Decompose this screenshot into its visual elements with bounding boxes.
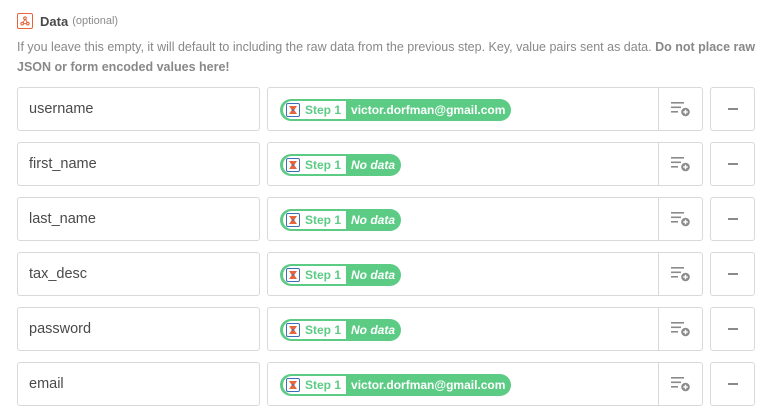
insert-field-icon xyxy=(670,157,690,172)
step-label: Step 1 xyxy=(305,158,342,172)
step-tag: Step 1 xyxy=(283,321,347,339)
step-value-pill[interactable]: Step 1 No data xyxy=(280,264,402,286)
insert-field-icon xyxy=(670,102,690,117)
field-title: Data xyxy=(40,13,69,29)
key-value-row: username Step 1 victor.dorfman@gmail.com xyxy=(17,87,757,131)
app-logo-icon xyxy=(286,158,300,172)
step-label: Step 1 xyxy=(305,268,342,282)
step-value: No data xyxy=(351,268,396,282)
step-label: Step 1 xyxy=(305,323,342,337)
step-label: Step 1 xyxy=(305,103,342,117)
remove-row-button[interactable] xyxy=(710,87,755,131)
insert-field-button[interactable] xyxy=(658,253,702,295)
value-input[interactable]: Step 1 No data xyxy=(267,197,703,241)
key-text: tax_desc xyxy=(29,266,88,282)
step-value: No data xyxy=(351,213,396,227)
key-input[interactable]: tax_desc xyxy=(17,252,260,296)
step-value: victor.dorfman@gmail.com xyxy=(351,103,506,117)
value-input[interactable]: Step 1 No data xyxy=(267,307,703,351)
insert-field-icon xyxy=(670,267,690,282)
minus-icon xyxy=(727,328,738,330)
remove-row-button[interactable] xyxy=(710,252,755,296)
minus-icon xyxy=(727,108,738,110)
minus-icon xyxy=(727,218,738,220)
step-value-pill[interactable]: Step 1 No data xyxy=(280,319,402,341)
webhook-icon xyxy=(17,13,33,29)
remove-row-button[interactable] xyxy=(710,197,755,241)
field-help-text: If you leave this empty, it will default… xyxy=(17,37,757,77)
step-tag: Step 1 xyxy=(283,211,347,229)
step-label: Step 1 xyxy=(305,378,342,392)
step-value: No data xyxy=(351,323,396,337)
app-logo-icon xyxy=(286,378,300,392)
step-tag: Step 1 xyxy=(283,156,347,174)
key-text: email xyxy=(29,376,64,392)
help-text: If you leave this empty, it will default… xyxy=(17,40,652,54)
minus-icon xyxy=(727,383,738,385)
step-label: Step 1 xyxy=(305,213,342,227)
value-input[interactable]: Step 1 victor.dorfman@gmail.com xyxy=(267,362,703,406)
insert-field-button[interactable] xyxy=(658,143,702,185)
app-logo-icon xyxy=(286,268,300,282)
key-value-row: first_name Step 1 No data xyxy=(17,142,757,186)
key-input[interactable]: email xyxy=(17,362,260,406)
remove-row-button[interactable] xyxy=(710,307,755,351)
remove-row-button[interactable] xyxy=(710,362,755,406)
step-value: victor.dorfman@gmail.com xyxy=(351,378,506,392)
key-input[interactable]: first_name xyxy=(17,142,260,186)
key-text: first_name xyxy=(29,156,97,172)
field-optional-label: (optional) xyxy=(72,15,119,27)
key-value-row: email Step 1 victor.dorfman@gmail.com xyxy=(17,362,757,406)
insert-field-icon xyxy=(670,322,690,337)
key-value-row: last_name Step 1 No data xyxy=(17,197,757,241)
value-input[interactable]: Step 1 victor.dorfman@gmail.com xyxy=(267,87,703,131)
step-value: No data xyxy=(351,158,396,172)
remove-row-button[interactable] xyxy=(710,142,755,186)
key-text: password xyxy=(29,321,92,337)
field-header: Data (optional) xyxy=(17,12,118,30)
value-input[interactable]: Step 1 No data xyxy=(267,142,703,186)
app-logo-icon xyxy=(286,103,300,117)
step-value-pill[interactable]: Step 1 victor.dorfman@gmail.com xyxy=(280,374,512,396)
key-input[interactable]: last_name xyxy=(17,197,260,241)
key-input[interactable]: password xyxy=(17,307,260,351)
step-value-pill[interactable]: Step 1 victor.dorfman@gmail.com xyxy=(280,99,512,121)
key-value-row: password Step 1 No data xyxy=(17,307,757,351)
minus-icon xyxy=(727,273,738,275)
step-tag: Step 1 xyxy=(283,101,347,119)
app-logo-icon xyxy=(286,323,300,337)
insert-field-icon xyxy=(670,212,690,227)
value-input[interactable]: Step 1 No data xyxy=(267,252,703,296)
app-logo-icon xyxy=(286,213,300,227)
step-value-pill[interactable]: Step 1 No data xyxy=(280,209,402,231)
step-tag: Step 1 xyxy=(283,266,347,284)
step-tag: Step 1 xyxy=(283,376,347,394)
key-text: last_name xyxy=(29,211,96,227)
insert-field-button[interactable] xyxy=(658,308,702,350)
insert-field-button[interactable] xyxy=(658,88,702,130)
minus-icon xyxy=(727,163,738,165)
key-text: username xyxy=(29,101,94,117)
key-value-row: tax_desc Step 1 No data xyxy=(17,252,757,296)
step-value-pill[interactable]: Step 1 No data xyxy=(280,154,402,176)
insert-field-button[interactable] xyxy=(658,198,702,240)
key-input[interactable]: username xyxy=(17,87,260,131)
insert-field-icon xyxy=(670,377,690,392)
insert-field-button[interactable] xyxy=(658,363,702,405)
